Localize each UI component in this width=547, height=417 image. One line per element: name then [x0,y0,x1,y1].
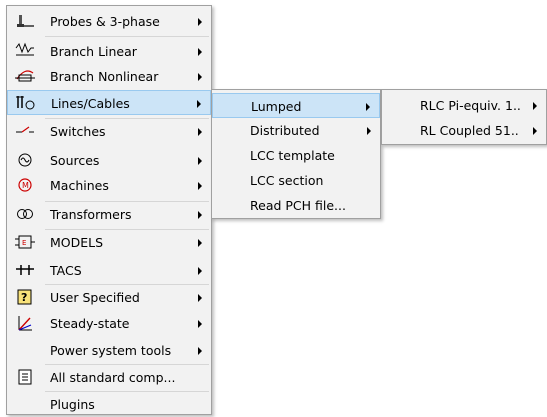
submenu-arrow-icon [533,127,537,135]
submenu-arrow-icon [366,103,370,111]
menu-item-label: Read PCH file... [250,198,346,213]
context-menu-main: Probes & 3-phase Branch Linear Branch No… [6,5,212,415]
submenu-arrow-icon [198,267,202,275]
menu-item-tacs[interactable]: TACS [7,258,211,283]
menu-item-label: LCC template [250,148,335,163]
submenu-arrow-icon [198,157,202,165]
menu-item-all-standard-components[interactable]: All standard comp... [7,365,211,390]
menu-item-label: TACS [50,263,82,278]
submenu-arrow-icon [198,347,202,355]
menu-item-branch-nonlinear[interactable]: Branch Nonlinear [7,64,211,89]
submenu-arrow-icon [198,294,202,302]
menu-item-lines-cables[interactable]: Lines/Cables [7,90,211,115]
submenu-arrow-icon [198,18,202,26]
menu-item-rl-coupled[interactable]: RL Coupled 51.. [382,118,546,143]
submenu-arrow-icon [533,102,537,110]
tacs-icon [14,261,36,279]
svg-text:?: ? [21,291,27,304]
source-icon [14,151,36,169]
menu-item-plugins[interactable]: Plugins [7,392,211,417]
models-icon: E [14,233,36,251]
submenu-arrow-icon [367,127,371,135]
branch-nonlinear-icon [14,67,36,85]
submenu-arrow-icon [198,239,202,247]
menu-item-sources[interactable]: Sources [7,148,211,173]
menu-separator [45,36,209,37]
menu-item-label: Branch Linear [50,44,137,59]
submenu-arrow-icon [198,73,202,81]
menu-item-label: LCC section [250,173,324,188]
menu-item-read-pch-file[interactable]: Read PCH file... [212,193,380,218]
menu-item-steady-state[interactable]: Steady-state [7,311,211,336]
menu-item-label: User Specified [50,290,140,305]
submenu-arrow-icon [197,100,201,108]
machine-icon: M [14,176,36,194]
menu-item-label: Lines/Cables [51,96,130,111]
menu-item-probes-3-phase[interactable]: Probes & 3-phase [7,9,211,34]
menu-item-label: Lumped [251,99,302,114]
menu-item-label: RLC Pi-equiv. 1.. [420,98,521,113]
submenu-lumped: RLC Pi-equiv. 1.. RL Coupled 51.. [381,89,547,145]
menu-item-rlc-pi-equiv[interactable]: RLC Pi-equiv. 1.. [382,93,546,118]
submenu-arrow-icon [198,182,202,190]
probe-icon [14,12,36,30]
menu-item-label: Switches [50,124,106,139]
submenu-arrow-icon [198,211,202,219]
menu-item-machines[interactable]: M Machines [7,173,211,198]
lines-cables-icon [15,94,37,112]
menu-item-label: Probes & 3-phase [50,14,160,29]
svg-text:E: E [22,239,26,247]
menu-item-label: Machines [50,178,109,193]
menu-item-switches[interactable]: Switches [7,119,211,144]
submenu-lines-cables: Lumped Distributed LCC template LCC sect… [211,89,381,219]
menu-item-lcc-section[interactable]: LCC section [212,168,380,193]
menu-item-label: Distributed [250,123,320,138]
menu-item-power-system-tools[interactable]: Power system tools [7,338,211,363]
menu-item-label: Branch Nonlinear [50,69,159,84]
menu-item-label: Power system tools [50,343,172,358]
menu-item-lcc-template[interactable]: LCC template [212,143,380,168]
menu-item-user-specified[interactable]: ? User Specified [7,285,211,310]
switch-icon [14,122,36,140]
submenu-arrow-icon [198,320,202,328]
menu-item-models[interactable]: E MODELS [7,230,211,255]
menu-item-label: All standard comp... [50,370,176,385]
menu-item-transformers[interactable]: Transformers [7,202,211,227]
menu-item-label: Sources [50,153,100,168]
menu-item-label: MODELS [50,235,104,250]
branch-linear-icon [14,42,36,60]
menu-item-label: Transformers [50,207,132,222]
menu-item-label: RL Coupled 51.. [420,123,519,138]
transformer-icon [14,205,36,223]
steady-state-icon [14,314,36,332]
submenu-arrow-icon [198,48,202,56]
all-standard-icon [14,368,36,386]
menu-item-label: Steady-state [50,316,130,331]
submenu-arrow-icon [198,128,202,136]
user-specified-icon: ? [14,288,36,306]
menu-item-lumped[interactable]: Lumped [212,93,380,118]
menu-item-distributed[interactable]: Distributed [212,118,380,143]
svg-text:M: M [22,181,29,190]
menu-item-label: Plugins [50,397,95,412]
menu-item-branch-linear[interactable]: Branch Linear [7,39,211,64]
